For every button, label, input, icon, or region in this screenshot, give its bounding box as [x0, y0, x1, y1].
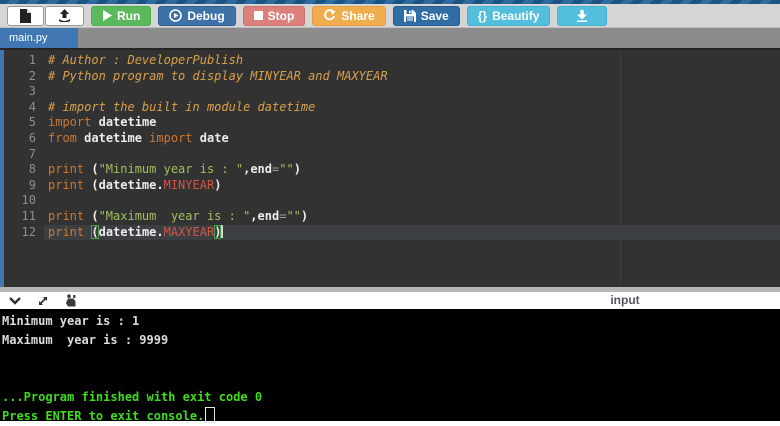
share-button-label: Share [341, 8, 375, 23]
upload-file-button[interactable] [45, 5, 84, 26]
play-icon [102, 10, 112, 21]
debug-button[interactable]: Debug [158, 5, 236, 26]
beautify-button-label: Beautify [492, 8, 540, 23]
text-cursor [221, 224, 224, 238]
line-number: 3 [28, 84, 36, 99]
stop-button-label: Stop [267, 8, 295, 23]
share-button[interactable]: Share [312, 5, 386, 26]
line-number: 2 [28, 68, 36, 83]
line-number: 6 [28, 130, 36, 145]
line-number: 9 [28, 177, 36, 192]
code-line[interactable]: print ("Maximum year is : ",end="") [44, 209, 780, 225]
resize-console-icon[interactable] [37, 295, 49, 307]
line-number: 1 [28, 53, 36, 67]
line-number: 4 [28, 99, 36, 114]
code-line[interactable]: from datetime import date [44, 131, 780, 147]
code-editor[interactable]: 1 2 3 4 5 6 7 8 9 10 11 12 # Author : DeveloperPubl… [0, 48, 780, 287]
code-line[interactable]: print (datetime.MINYEAR) [44, 178, 780, 194]
new-file-button[interactable] [7, 5, 44, 26]
console-cursor [205, 407, 216, 423]
line-number: 7 [28, 146, 36, 161]
line-number: 5 [28, 115, 36, 130]
stop-button[interactable]: Stop [242, 5, 306, 26]
new-file-icon [20, 8, 31, 23]
code-line[interactable] [44, 84, 780, 100]
code-line[interactable] [44, 147, 780, 163]
tab-label: main.py [9, 32, 48, 44]
collapse-console-icon[interactable] [9, 296, 21, 305]
code-line[interactable]: print (datetime.MAXYEAR) [44, 224, 780, 241]
console-line: Minimum year is : 1 [2, 314, 140, 328]
file-button-group [7, 5, 84, 26]
download-button[interactable] [557, 5, 608, 26]
line-number-gutter: 1 2 3 4 5 6 7 8 9 10 11 12 [4, 50, 44, 287]
code-line[interactable]: import datetime [44, 115, 780, 131]
editor-tab-bar: main.py [0, 28, 780, 48]
console-output[interactable]: Minimum year is : 1 Maximum year is : 999… [0, 309, 780, 423]
code-line[interactable]: # Author : DeveloperPublish [44, 53, 780, 69]
line-number: 10 [21, 193, 36, 208]
save-icon [403, 9, 416, 22]
tab-main-py[interactable]: main.py [0, 28, 78, 48]
line-number: 11 [21, 208, 36, 223]
line-number: 8 [28, 162, 36, 177]
console-line: ...Program finished with exit code 0 [2, 390, 263, 404]
download-icon [576, 9, 588, 22]
input-pane-label: input [610, 293, 640, 307]
stop-icon [253, 11, 263, 20]
run-button[interactable]: Run [91, 5, 152, 26]
code-line[interactable]: # import the built in module datetime [44, 100, 780, 116]
console-line: Maximum year is : 9999 [2, 333, 169, 347]
pointer-hand-icon[interactable] [65, 294, 77, 307]
save-button[interactable]: Save [392, 5, 460, 26]
share-icon [323, 9, 336, 22]
code-line[interactable] [44, 193, 780, 209]
debug-icon [169, 9, 183, 22]
beautify-button[interactable]: {} Beautify [466, 5, 551, 26]
braces-icon: {} [477, 8, 488, 23]
line-number: 12 [21, 224, 36, 239]
code-lines[interactable]: # Author : DeveloperPublish # Python prog… [44, 50, 780, 287]
debug-button-label: Debug [187, 8, 225, 23]
save-button-label: Save [420, 8, 449, 23]
code-line[interactable]: # Python program to display MINYEAR and … [44, 69, 780, 85]
console-toolbar: input [0, 292, 780, 309]
run-button-label: Run [117, 8, 141, 23]
upload-icon [58, 9, 71, 22]
main-toolbar: Run Debug Stop Share Save {} Beautify [0, 4, 780, 28]
code-line[interactable]: print ("Minimum year is : ",end="") [44, 162, 780, 178]
